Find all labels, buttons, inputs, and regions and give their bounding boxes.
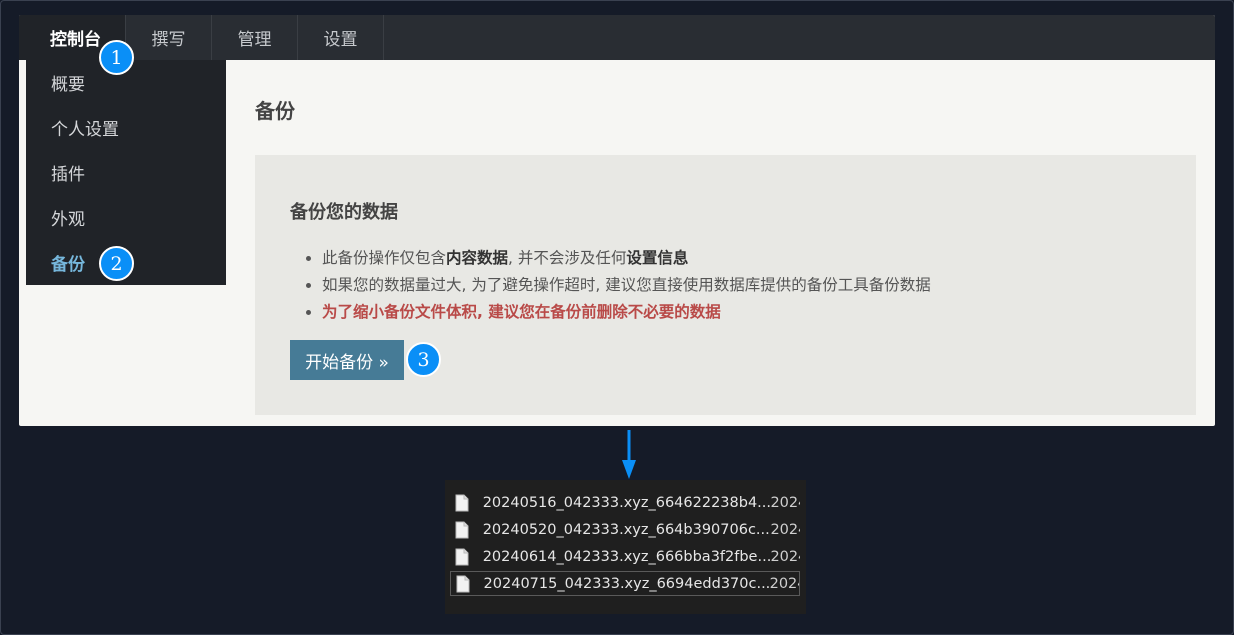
file-name: 20240516_042333.xyz_664622238b4... xyxy=(482,494,771,511)
file-icon xyxy=(455,520,477,540)
down-arrow-icon xyxy=(622,430,636,479)
file-row[interactable]: 20240614_042333.xyz_666bba3f2fbe... 2024 xyxy=(450,544,800,569)
note-content-only: 此备份操作仅包含内容数据, 并不会涉及任何设置信息 xyxy=(306,245,931,272)
file-date: 2024 xyxy=(770,494,800,511)
file-row-selected[interactable]: 20240715_042333.xyz_6694edd370c... 2024 xyxy=(450,571,800,596)
file-date: 2024 xyxy=(770,521,800,538)
file-name: 20240520_042333.xyz_664b390706c... xyxy=(482,521,770,538)
step-badge-3: 3 xyxy=(406,342,441,377)
file-name: 20240614_042333.xyz_666bba3f2fbe... xyxy=(482,548,771,565)
nav-manage[interactable]: 管理 xyxy=(212,15,298,60)
note-1-prefix: 此备份操作仅包含 xyxy=(322,249,447,267)
menu-item-profile[interactable]: 个人设置 xyxy=(26,105,226,150)
top-navigation: 控制台 撰写 管理 设置 xyxy=(19,15,1215,60)
page-title: 备份 xyxy=(255,99,295,123)
note-1-middle: , 并不会涉及任何 xyxy=(508,249,627,267)
note-warning: 为了缩小备份文件体积, 建议您在备份前删除不必要的数据 xyxy=(306,299,931,326)
file-icon xyxy=(455,547,477,567)
file-date: 2024 xyxy=(769,575,799,592)
backup-notes-list: 此备份操作仅包含内容数据, 并不会涉及任何设置信息 如果您的数据量过大, 为了避… xyxy=(306,245,931,326)
note-1-bold-settings: 设置信息 xyxy=(626,249,689,267)
nav-settings[interactable]: 设置 xyxy=(298,15,384,60)
note-large-data: 如果您的数据量过大, 为了避免操作超时, 建议您直接使用数据库提供的备份工具备份… xyxy=(306,272,931,299)
admin-window: 控制台 撰写 管理 设置 概要 个人设置 插件 外观 备份 备份 备份您的数据 … xyxy=(19,15,1215,426)
file-row[interactable]: 20240516_042333.xyz_664622238b4... 2024 xyxy=(450,490,800,515)
file-name: 20240715_042333.xyz_6694edd370c... xyxy=(483,575,770,592)
nav-write[interactable]: 撰写 xyxy=(126,15,212,60)
panel-title: 备份您的数据 xyxy=(290,202,398,223)
step-badge-2: 2 xyxy=(99,246,134,281)
file-date: 2024 xyxy=(770,548,800,565)
backup-panel: 备份您的数据 此备份操作仅包含内容数据, 并不会涉及任何设置信息 如果您的数据量… xyxy=(255,155,1196,415)
note-1-bold-content: 内容数据 xyxy=(446,249,509,267)
start-backup-button[interactable]: 开始备份 » xyxy=(290,340,404,380)
file-row[interactable]: 20240520_042333.xyz_664b390706c... 2024 xyxy=(450,517,800,542)
backup-file-list: 20240516_042333.xyz_664622238b4... 2024 … xyxy=(445,480,806,614)
menu-item-plugins[interactable]: 插件 xyxy=(26,150,226,195)
step-badge-1: 1 xyxy=(99,40,134,75)
file-icon xyxy=(456,574,478,594)
menu-item-appearance[interactable]: 外观 xyxy=(26,195,226,240)
file-icon xyxy=(455,493,477,513)
